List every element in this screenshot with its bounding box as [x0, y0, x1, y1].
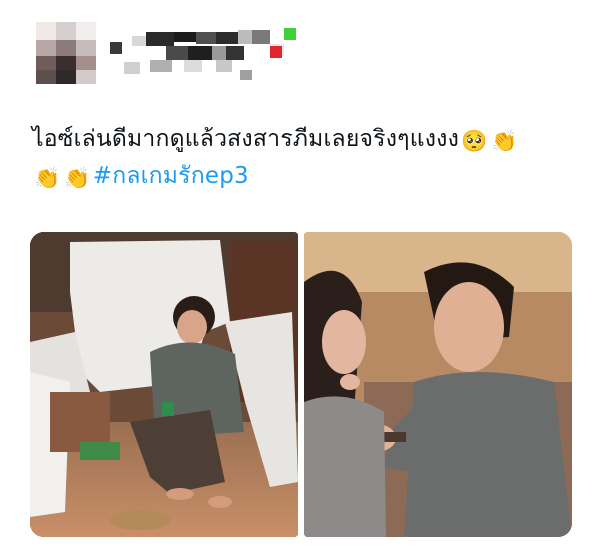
tweet-text: ไอซ์เล่นดีมากดูแล้วสงสารภีมเลยจริงๆแงงง🥺…: [32, 122, 572, 196]
clapping-hands-emoji: 👏: [491, 129, 518, 153]
clapping-hands-emoji: 👏: [64, 166, 91, 190]
photo-scene-man-sitting-floor: [30, 232, 298, 537]
tweet-text-line-1: ไอซ์เล่นดีมากดูแล้วสงสารภีมเลยจริงๆแงงง🥺…: [32, 122, 572, 159]
photo-scene-two-people: [304, 232, 572, 537]
pleading-face-emoji: 🥺: [461, 129, 488, 153]
tweet-photo-1[interactable]: [30, 232, 298, 537]
avatar[interactable]: [36, 22, 96, 84]
clapping-hands-emoji: 👏: [34, 166, 61, 190]
tweet-photo-2[interactable]: [304, 232, 572, 537]
tweet-sentence: ไอซ์เล่นดีมากดูแล้วสงสารภีมเลยจริงๆแงงง: [32, 126, 460, 152]
hashtag-link[interactable]: #กลเกมรักep3: [93, 163, 249, 189]
tweet-text-line-2: 👏 👏#กลเกมรักep3: [32, 159, 572, 196]
user-name-pixelated[interactable]: [110, 28, 300, 80]
